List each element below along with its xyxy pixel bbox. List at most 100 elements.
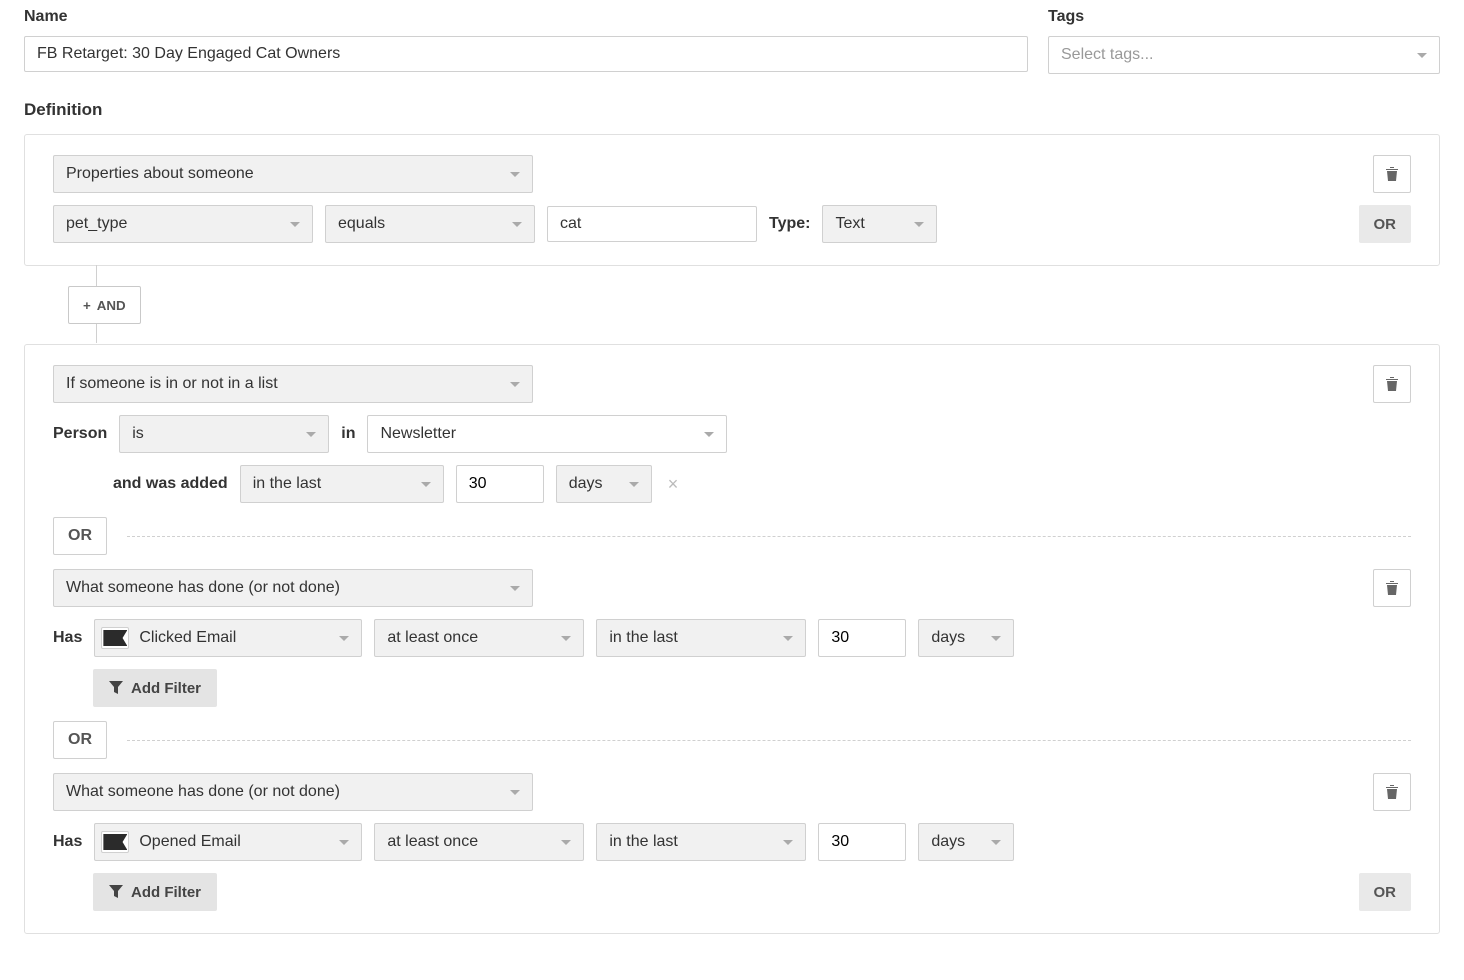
freq-value: at least once — [387, 833, 478, 851]
condition-type-select[interactable]: What someone has done (or not done) — [53, 773, 533, 811]
chevron-down-icon — [991, 636, 1001, 641]
time-op-select[interactable]: in the last — [240, 465, 444, 503]
condition-type-value: Properties about someone — [66, 165, 254, 183]
trash-icon — [1385, 376, 1399, 392]
and-button[interactable]: + AND — [68, 286, 141, 324]
or-button[interactable]: OR — [53, 517, 107, 555]
property-value: pet_type — [66, 215, 127, 233]
time-value-input[interactable] — [818, 823, 906, 861]
delete-button[interactable] — [1373, 365, 1411, 403]
chevron-down-icon — [306, 432, 316, 437]
or-button[interactable]: OR — [53, 721, 107, 759]
has-label: Has — [53, 629, 82, 647]
filter-icon — [109, 885, 123, 899]
condition-block: If someone is in or not in a list Person… — [24, 344, 1440, 934]
trash-icon — [1385, 580, 1399, 596]
chevron-down-icon — [510, 790, 520, 795]
chevron-down-icon — [339, 840, 349, 845]
delete-button[interactable] — [1373, 155, 1411, 193]
trash-icon — [1385, 784, 1399, 800]
chevron-down-icon — [704, 432, 714, 437]
or-button[interactable]: OR — [1359, 205, 1412, 243]
or-button[interactable]: OR — [1359, 873, 1412, 911]
divider-line — [127, 740, 1411, 741]
condition-type-select[interactable]: Properties about someone — [53, 155, 533, 193]
list-select[interactable]: Newsletter — [367, 415, 727, 453]
type-label: Type: — [769, 215, 810, 233]
add-filter-label: Add Filter — [131, 680, 201, 697]
name-label: Name — [24, 8, 1028, 26]
plus-icon: + — [83, 298, 91, 313]
remove-time-button[interactable]: × — [664, 474, 683, 495]
time-unit-value: days — [931, 629, 965, 647]
definition-label: Definition — [24, 100, 1440, 120]
chevron-down-icon — [339, 636, 349, 641]
time-unit-select[interactable]: days — [556, 465, 652, 503]
flag-icon — [103, 834, 127, 850]
event-value: Opened Email — [139, 833, 240, 851]
time-value-input[interactable] — [818, 619, 906, 657]
name-input[interactable] — [24, 36, 1028, 72]
time-op-value: in the last — [609, 833, 677, 851]
operator-select[interactable]: equals — [325, 205, 535, 243]
freq-select[interactable]: at least once — [374, 619, 584, 657]
filter-icon — [109, 681, 123, 695]
time-op-value: in the last — [609, 629, 677, 647]
chevron-down-icon — [290, 222, 300, 227]
chevron-down-icon — [510, 586, 520, 591]
flag-icon — [103, 630, 127, 646]
person-label: Person — [53, 425, 107, 443]
chevron-down-icon — [783, 840, 793, 845]
time-op-select[interactable]: in the last — [596, 823, 806, 861]
add-filter-button[interactable]: Add Filter — [93, 873, 217, 911]
condition-type-value: If someone is in or not in a list — [66, 375, 278, 393]
tags-placeholder: Select tags... — [1061, 46, 1154, 64]
time-op-select[interactable]: in the last — [596, 619, 806, 657]
time-op-value: in the last — [253, 475, 321, 493]
tags-label: Tags — [1048, 8, 1440, 26]
type-select[interactable]: Text — [822, 205, 937, 243]
time-unit-value: days — [931, 833, 965, 851]
chevron-down-icon — [510, 382, 520, 387]
person-op-value: is — [132, 425, 144, 443]
time-unit-select[interactable]: days — [918, 823, 1014, 861]
freq-value: at least once — [387, 629, 478, 647]
in-label: in — [341, 425, 355, 443]
condition-block: Properties about someone pet_type equals… — [24, 134, 1440, 266]
list-value: Newsletter — [380, 425, 456, 443]
delete-button[interactable] — [1373, 773, 1411, 811]
chevron-down-icon — [510, 172, 520, 177]
and-was-added-label: and was added — [113, 475, 228, 493]
delete-button[interactable] — [1373, 569, 1411, 607]
chevron-down-icon — [1417, 53, 1427, 58]
time-value-input[interactable] — [456, 465, 544, 503]
condition-type-select[interactable]: If someone is in or not in a list — [53, 365, 533, 403]
chevron-down-icon — [629, 482, 639, 487]
type-value: Text — [835, 215, 864, 233]
and-button-label: AND — [97, 298, 126, 313]
add-filter-label: Add Filter — [131, 884, 201, 901]
property-select[interactable]: pet_type — [53, 205, 313, 243]
condition-type-value: What someone has done (or not done) — [66, 783, 340, 801]
property-value-input[interactable] — [547, 206, 757, 242]
event-value: Clicked Email — [139, 629, 236, 647]
tags-select[interactable]: Select tags... — [1048, 36, 1440, 74]
divider-line — [127, 536, 1411, 537]
add-filter-button[interactable]: Add Filter — [93, 669, 217, 707]
chevron-down-icon — [561, 840, 571, 845]
time-unit-value: days — [569, 475, 603, 493]
freq-select[interactable]: at least once — [374, 823, 584, 861]
event-select[interactable]: Clicked Email — [94, 619, 362, 657]
condition-type-value: What someone has done (or not done) — [66, 579, 340, 597]
condition-type-select[interactable]: What someone has done (or not done) — [53, 569, 533, 607]
chevron-down-icon — [421, 482, 431, 487]
chevron-down-icon — [914, 222, 924, 227]
operator-value: equals — [338, 215, 385, 233]
time-unit-select[interactable]: days — [918, 619, 1014, 657]
has-label: Has — [53, 833, 82, 851]
chevron-down-icon — [783, 636, 793, 641]
person-op-select[interactable]: is — [119, 415, 329, 453]
chevron-down-icon — [561, 636, 571, 641]
trash-icon — [1385, 166, 1399, 182]
event-select[interactable]: Opened Email — [94, 823, 362, 861]
